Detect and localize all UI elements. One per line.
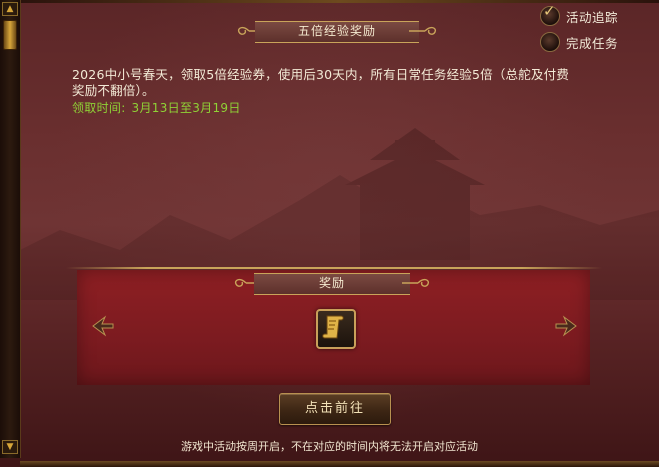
option-activity-tracking[interactable]: ✓ 活动追踪 [540,2,619,26]
top-frame-trim [20,0,659,3]
title-plate: 五倍经验奖励 [235,18,439,44]
ornament-right-icon [409,26,437,35]
reward-title-plate: 奖励 [232,270,432,296]
prev-arrow-icon[interactable] [90,313,116,339]
activity-panel: ▲ ▼ 五倍经验奖励 ✓ 活动追踪 完成任务 2026中小号春天，领取5倍经验券… [0,0,659,467]
claim-period-value: 3月13日至3月19日 [131,101,241,115]
scroll-icon [322,315,344,339]
page-title: 五倍经验奖励 [297,24,376,38]
footer-note: 游戏中活动按周开启，不在对应的时间内将无法开启对应活动 [181,440,478,453]
scroll-thumb[interactable] [3,20,17,50]
option-complete-quest[interactable]: 完成任务 [540,32,618,52]
scroll-up-arrow-icon[interactable]: ▲ [2,2,18,16]
ornament-right-icon [402,278,430,287]
claim-period: 领取时间: 3月13日至3月19日 [72,99,247,116]
next-arrow-icon[interactable] [553,313,579,339]
go-button[interactable]: 点击前往 [279,393,391,425]
checkbox-complete-quest[interactable] [540,32,560,52]
scrollbar[interactable]: ▲ ▼ [0,0,21,458]
bottom-frame-trim [20,461,659,467]
checkmark-icon: ✓ [543,2,556,20]
event-description: 2026中小号春天，领取5倍经验券，使用后30天内，所有日常任务经验5倍（总舵及… [72,67,570,98]
reward-title: 奖励 [318,276,345,290]
reward-divider [66,267,602,269]
claim-period-label: 领取时间: [72,101,126,115]
option-label: 完成任务 [566,35,619,51]
option-label: 活动追踪 [566,9,619,25]
checkbox-activity-tracking[interactable]: ✓ [540,2,560,26]
reward-item-slot[interactable] [316,309,356,349]
